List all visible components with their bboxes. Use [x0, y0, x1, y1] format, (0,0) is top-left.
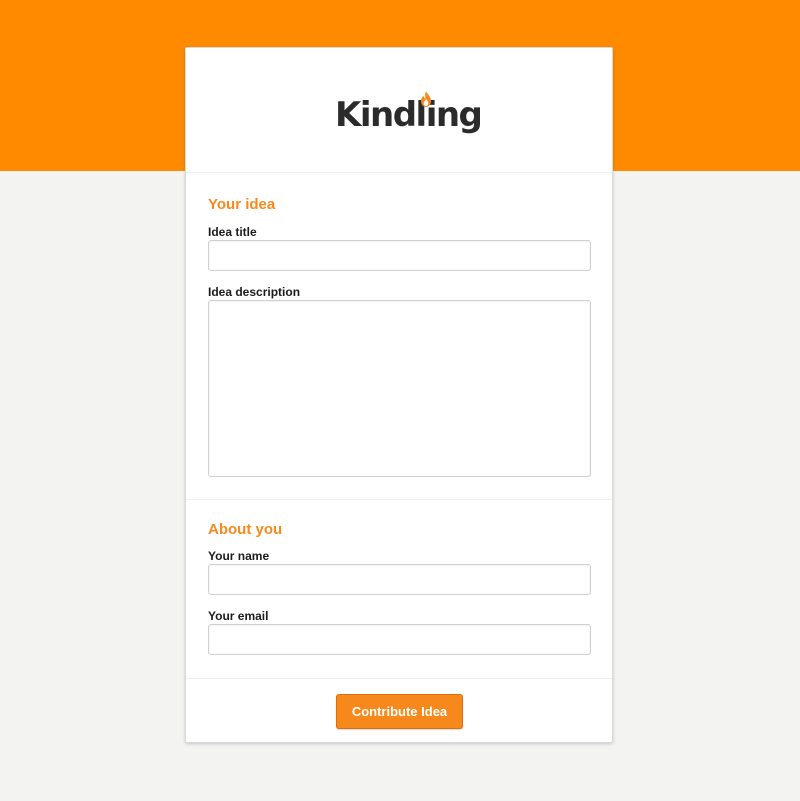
footer-divider [186, 678, 612, 679]
idea-title-label: Idea title [208, 225, 257, 239]
your-email-input[interactable] [208, 624, 591, 655]
flame-icon [421, 91, 431, 107]
section-divider [186, 499, 612, 500]
your-name-label: Your name [208, 549, 270, 563]
section-title-your-idea: Your idea [208, 196, 276, 213]
logo-area: Kindling [186, 48, 612, 173]
your-name-input[interactable] [208, 564, 591, 595]
your-email-label: Your email [208, 609, 269, 623]
kindling-logo: Kindling [335, 90, 483, 140]
idea-title-input[interactable] [208, 240, 591, 271]
logo-text: Kindling [335, 95, 483, 135]
section-title-about-you: About you [208, 521, 283, 538]
contribute-idea-button[interactable]: Contribute Idea [336, 694, 463, 729]
idea-description-label: Idea description [208, 285, 301, 299]
idea-form-card: Kindling Your idea Idea title Idea descr… [185, 47, 613, 743]
idea-description-textarea[interactable] [208, 300, 591, 477]
